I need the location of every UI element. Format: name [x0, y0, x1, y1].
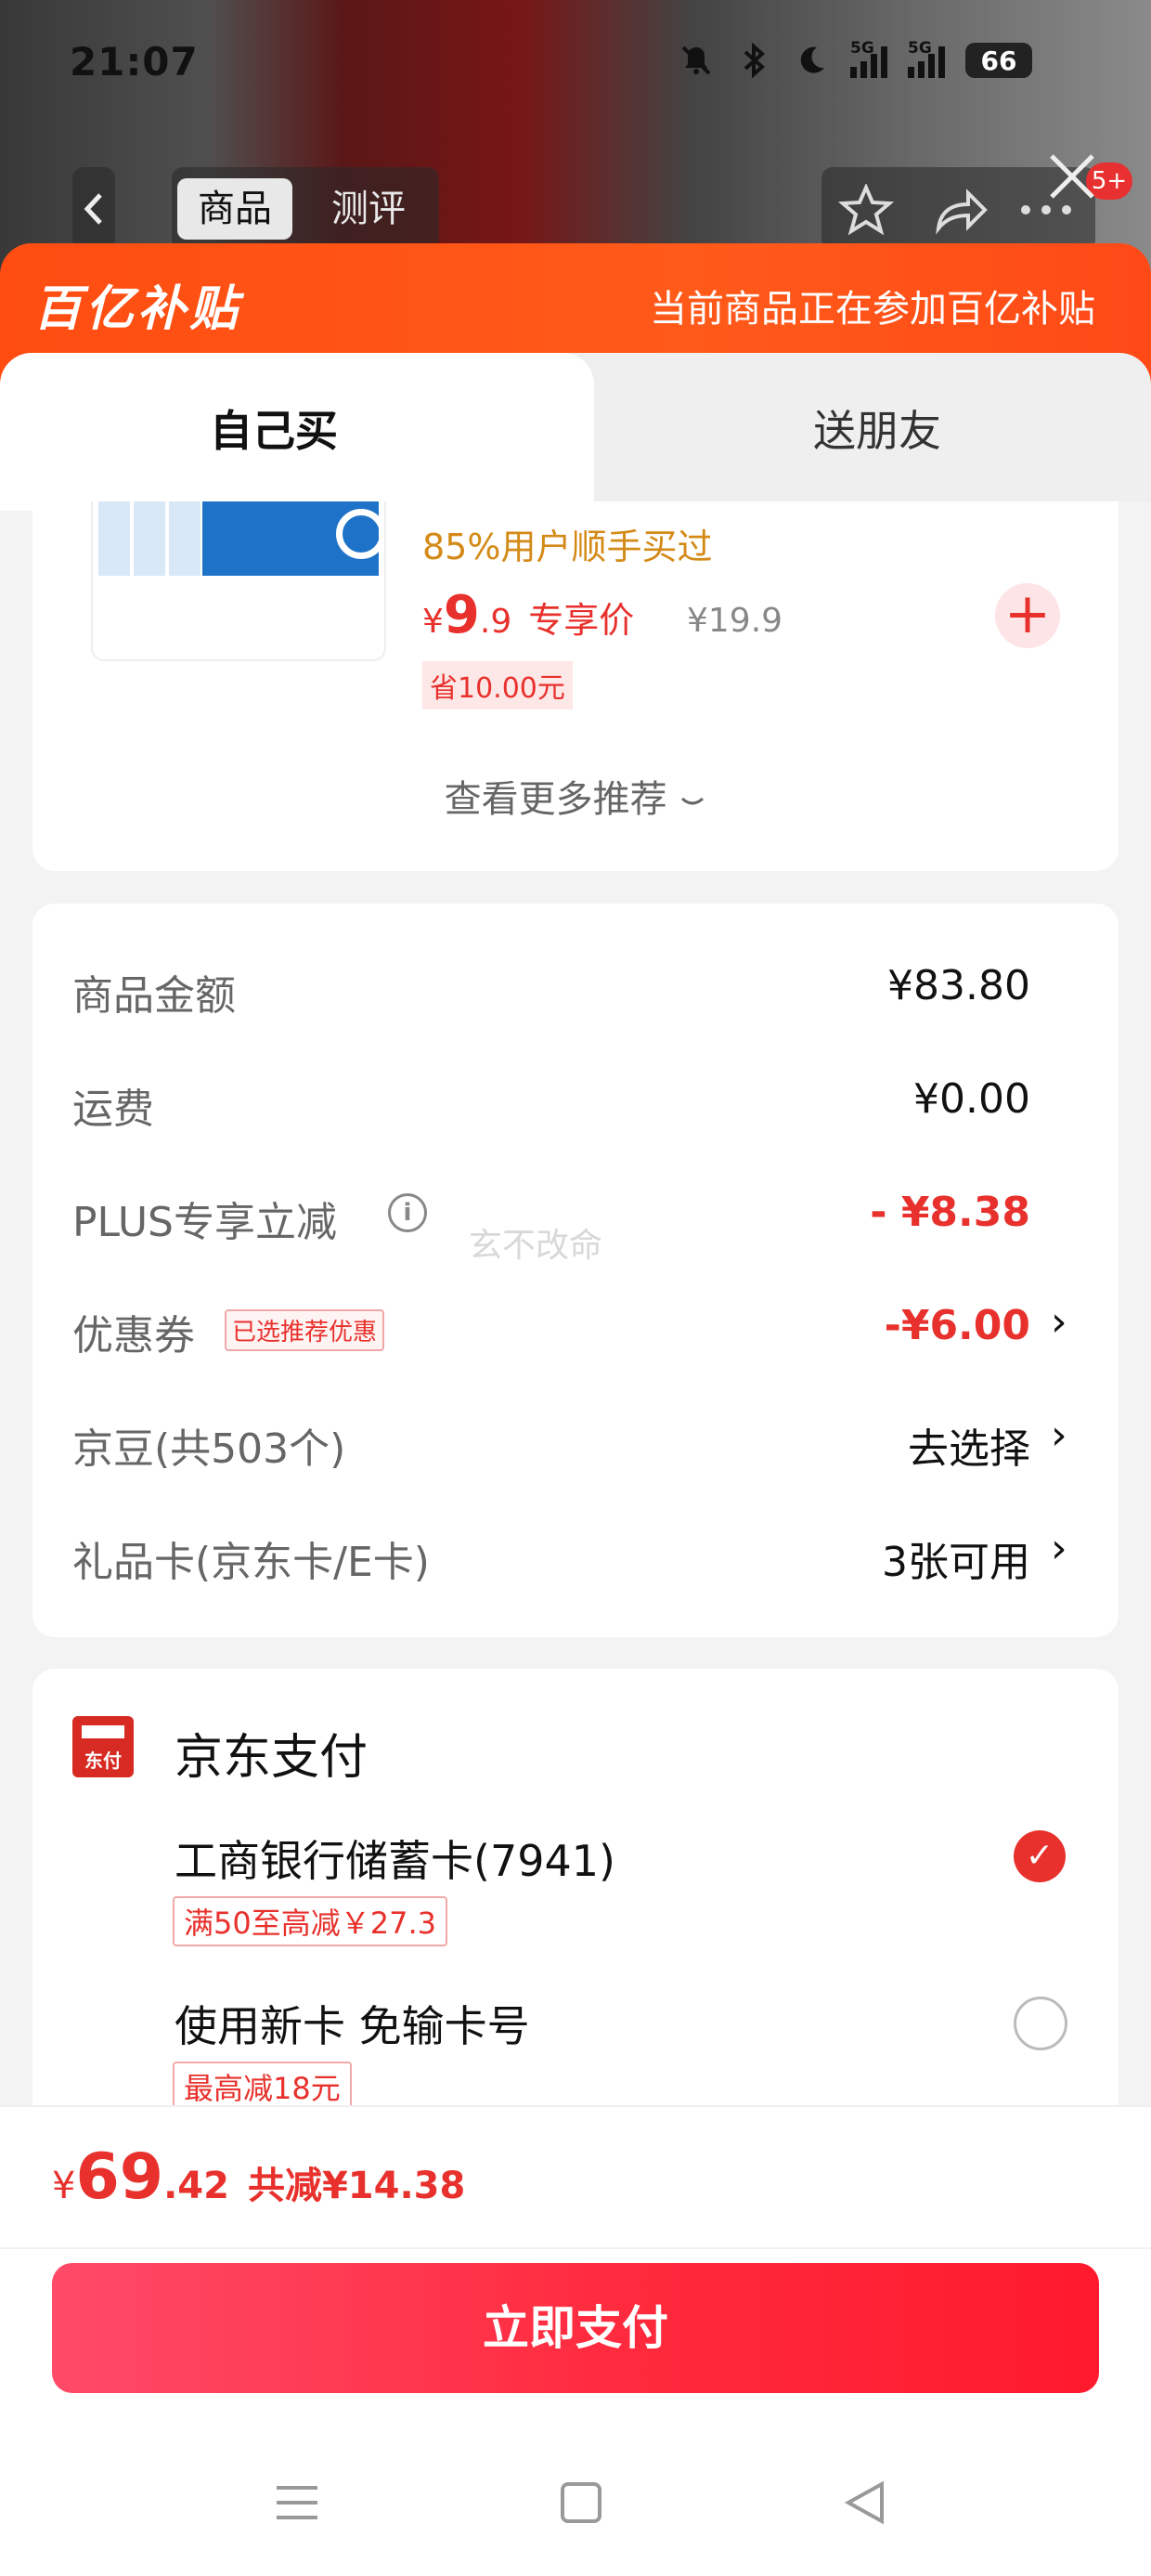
close-icon[interactable]: [1044, 149, 1100, 204]
chevron-left-icon: [84, 193, 102, 225]
chevron-right-icon[interactable]: ›: [1051, 1298, 1067, 1346]
add-to-order-button[interactable]: +: [995, 583, 1060, 648]
subsidy-text: 当前商品正在参加百亿补贴: [650, 288, 1095, 331]
goods-amount-label: 商品金额: [72, 972, 236, 1020]
chevron-down-icon: [681, 797, 705, 805]
menu-icon[interactable]: [269, 2475, 325, 2530]
star-icon[interactable]: [838, 184, 894, 236]
status-time: 21:07: [70, 39, 199, 85]
payment-option-icbc[interactable]: 工商银行储蓄卡(7941): [175, 1828, 615, 1889]
tab-goods[interactable]: 商品: [177, 178, 292, 240]
jingdou-value[interactable]: 去选择: [650, 1415, 1030, 1475]
back-nav-icon[interactable]: [837, 2475, 893, 2530]
status-icons: 5G 5G 66: [678, 37, 1032, 84]
recommend-product-image[interactable]: [91, 501, 386, 661]
coupon-label: 优惠券: [72, 1312, 195, 1360]
bluetooth-icon: [735, 42, 772, 79]
share-icon[interactable]: [931, 184, 990, 236]
coupon-selected-tag: 已选推荐优惠: [225, 1309, 385, 1351]
tab-gift-friend[interactable]: 送朋友: [603, 397, 1151, 459]
header-tabs: 商品 测评: [172, 167, 439, 251]
plus-discount-value: - ¥8.38: [870, 1189, 1030, 1236]
info-icon[interactable]: i: [388, 1193, 427, 1232]
divider: [0, 2247, 1151, 2249]
payment-option-new-card[interactable]: 使用新卡 免输卡号: [175, 1993, 530, 2054]
more-recommend-link[interactable]: 查看更多推荐: [0, 769, 1151, 823]
subsidy-logo: 百亿补贴: [33, 281, 242, 337]
icbc-promo-tag: 满50至高减￥27.3: [173, 1896, 447, 1946]
battery-indicator: 66: [965, 43, 1032, 78]
plus-discount-label: PLUS专享立减: [72, 1199, 337, 1246]
radio-unselected-icon[interactable]: [1014, 1997, 1067, 2050]
goods-amount-value: ¥83.80: [887, 962, 1030, 1009]
jd-pay-logo: 东付: [72, 1716, 134, 1777]
signal-icon-1: 5G: [850, 39, 887, 78]
chevron-right-icon[interactable]: ›: [1051, 1412, 1067, 1459]
shipping-label: 运费: [72, 1086, 154, 1133]
back-button[interactable]: [72, 167, 115, 251]
recommend-price: ¥ 9 .9 专享价: [422, 585, 635, 645]
home-icon[interactable]: [553, 2475, 609, 2530]
shipping-value: ¥0.00: [913, 1075, 1030, 1123]
coupon-value[interactable]: -¥6.00: [650, 1302, 1030, 1349]
giftcard-label: 礼品卡(京东卡/E卡): [72, 1539, 430, 1586]
jingdou-label: 京豆(共503个): [72, 1425, 346, 1473]
signal-icon-2: 5G: [908, 39, 945, 78]
total-price: ¥ 69 .42 共减¥14.38: [52, 2140, 466, 2214]
payment-title: 京东支付: [175, 1730, 369, 1786]
tab-buy-for-self[interactable]: 自己买: [0, 397, 548, 459]
giftcard-value[interactable]: 3张可用: [650, 1529, 1030, 1588]
moon-icon: [793, 42, 830, 79]
watermark: 玄不改命: [469, 1227, 603, 1265]
save-badge: 省10.00元: [422, 661, 573, 709]
pay-now-button[interactable]: 立即支付: [52, 2263, 1099, 2393]
tab-review[interactable]: 测评: [311, 178, 426, 240]
checkmark-selected-icon[interactable]: ✓: [1014, 1830, 1066, 1882]
new-card-promo-tag: 最高减18元: [173, 2062, 352, 2112]
mute-icon: [678, 42, 715, 79]
chevron-right-icon[interactable]: ›: [1051, 1525, 1067, 1572]
buy-rate-text: 85%用户顺手买过: [422, 527, 713, 567]
original-price: ¥19.9: [687, 602, 783, 640]
